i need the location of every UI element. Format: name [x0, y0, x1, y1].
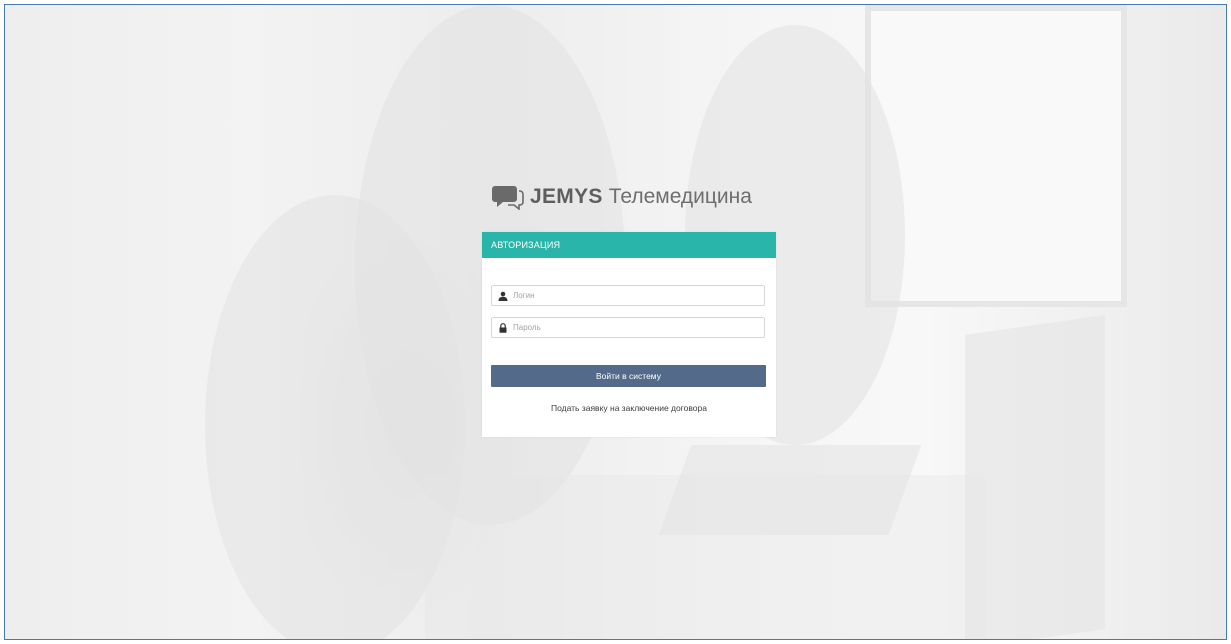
login-card: АВТОРИЗАЦИЯ Войти в систему Подать заявк… — [482, 232, 776, 437]
brand-product: Телемедицина — [608, 185, 752, 208]
lock-icon — [499, 322, 507, 333]
login-input[interactable] — [513, 291, 764, 300]
auth-header: АВТОРИЗАЦИЯ — [482, 232, 776, 258]
background-desk — [425, 475, 985, 639]
password-field[interactable] — [491, 317, 765, 338]
login-field[interactable] — [491, 285, 765, 306]
login-button[interactable]: Войти в систему — [491, 365, 766, 387]
brand-logo: JEMYS Телемедицина — [492, 182, 752, 212]
password-input[interactable] — [513, 323, 764, 332]
background-window — [865, 5, 1127, 307]
page-frame: JEMYS Телемедицина АВТОРИЗАЦИЯ Войти в с… — [4, 4, 1227, 640]
background-monitor — [965, 315, 1105, 639]
contract-request-link[interactable]: Подать заявку на заключение договора — [482, 403, 776, 413]
chat-bubbles-icon — [492, 186, 524, 210]
user-icon — [498, 291, 508, 301]
brand-name: JEMYS — [530, 185, 603, 208]
